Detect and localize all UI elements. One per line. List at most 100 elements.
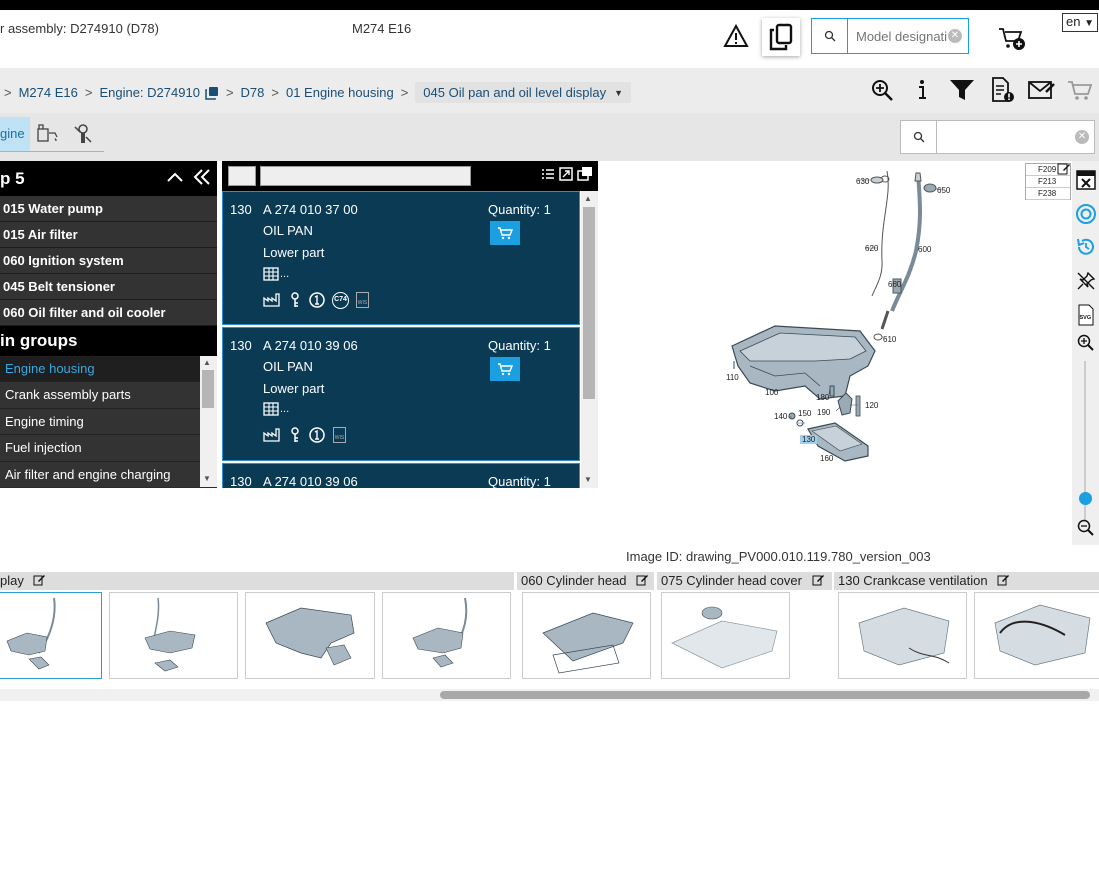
info-icon[interactable] xyxy=(908,76,936,104)
scroll-thumb[interactable] xyxy=(440,691,1090,699)
info-circle-icon[interactable] xyxy=(309,292,325,311)
expand-icon[interactable] xyxy=(559,167,573,184)
wis-document-icon[interactable]: WIS xyxy=(356,292,369,308)
clear-icon[interactable]: ✕ xyxy=(1075,130,1089,144)
label-620[interactable]: 620 xyxy=(865,244,879,253)
group-item[interactable]: Fuel injection xyxy=(0,435,200,462)
tab-engine[interactable]: gine xyxy=(0,117,30,151)
edit-icon[interactable] xyxy=(1057,162,1070,177)
model-search[interactable]: ✕ xyxy=(811,18,969,54)
key-icon[interactable] xyxy=(289,427,301,446)
breadcrumb-item-engine-code[interactable]: M274 E16 xyxy=(19,85,78,100)
recent-item[interactable]: 015 Air filter xyxy=(0,222,217,248)
zoom-in-icon[interactable] xyxy=(868,76,896,104)
footnote-item[interactable]: F213 xyxy=(1026,176,1070,188)
edit-icon[interactable] xyxy=(812,573,824,590)
label-650[interactable]: 650 xyxy=(937,186,951,195)
label-130[interactable]: 130 xyxy=(802,435,816,444)
add-to-cart-button[interactable] xyxy=(490,221,520,245)
group-item[interactable]: Engine housing xyxy=(0,356,200,383)
close-drawing-icon[interactable] xyxy=(1072,167,1099,193)
cart-icon[interactable] xyxy=(1066,76,1094,104)
filter-icon[interactable] xyxy=(948,76,976,104)
edit-icon[interactable] xyxy=(33,573,46,590)
document-alert-icon[interactable] xyxy=(988,76,1016,104)
part-row[interactable]: 130 A 274 010 39 06 Quantity: 1 OIL PAN … xyxy=(222,327,580,461)
part-row[interactable]: 130 A 274 010 37 00 Quantity: 1 OIL PAN … xyxy=(222,191,580,325)
thumbnails-scrollbar[interactable] xyxy=(0,689,1099,701)
part-search[interactable]: ✕ xyxy=(900,120,1095,154)
groups-scrollbar[interactable]: ▲ ▼ xyxy=(200,356,217,487)
exploded-drawing[interactable]: 630 650 620 600 660 610 110 100 180 190 … xyxy=(600,161,1070,541)
drawing-thumbnail[interactable] xyxy=(109,592,238,679)
model-search-input[interactable] xyxy=(856,26,956,46)
label-160[interactable]: 160 xyxy=(820,454,834,463)
collapse-panel-icon[interactable] xyxy=(192,168,212,191)
drawing-thumbnail[interactable] xyxy=(382,592,511,679)
breadcrumb-item-d78[interactable]: D78 xyxy=(241,85,265,100)
mail-icon[interactable] xyxy=(1028,76,1056,104)
list-view-icon[interactable] xyxy=(541,168,555,185)
zoom-slider-handle[interactable] xyxy=(1079,492,1092,505)
drawing-thumbnail[interactable] xyxy=(522,592,651,679)
unpin-icon[interactable] xyxy=(1072,268,1099,294)
table-icon[interactable]: ... xyxy=(263,402,289,416)
scroll-down-icon[interactable]: ▼ xyxy=(584,475,592,484)
edit-icon[interactable] xyxy=(636,573,649,590)
parts-filter-box[interactable] xyxy=(228,166,256,186)
copy-small-icon[interactable] xyxy=(205,86,219,100)
label-610[interactable]: 610 xyxy=(883,335,897,344)
add-to-cart-icon[interactable] xyxy=(996,26,1028,52)
label-120[interactable]: 120 xyxy=(865,401,879,410)
table-icon[interactable]: ... xyxy=(263,267,289,281)
svg-export-icon[interactable]: SVG xyxy=(1072,302,1099,328)
search-icon[interactable] xyxy=(812,19,848,53)
breadcrumb-current-dropdown[interactable]: 045 Oil pan and oil level display ▼ xyxy=(415,82,632,103)
label-180[interactable]: 180 xyxy=(816,393,830,402)
recent-item[interactable]: 060 Oil filter and oil cooler xyxy=(0,300,217,326)
label-140[interactable]: 140 xyxy=(774,412,788,421)
recent-item[interactable]: 015 Water pump xyxy=(0,196,217,222)
drawing-thumbnail[interactable] xyxy=(838,592,967,679)
breadcrumb-item-housing[interactable]: 01 Engine housing xyxy=(286,85,394,100)
recent-item[interactable]: 060 Ignition system xyxy=(0,248,217,274)
label-630[interactable]: 630 xyxy=(856,177,870,186)
label-100[interactable]: 100 xyxy=(765,388,779,397)
key-icon[interactable] xyxy=(289,292,301,311)
label-600[interactable]: 600 xyxy=(918,245,932,254)
c74-badge-icon[interactable]: C74 xyxy=(332,292,349,309)
drawing-thumbnail[interactable] xyxy=(661,592,790,679)
tab-tools-icon[interactable] xyxy=(66,117,100,151)
wis-document-icon[interactable]: WIS xyxy=(333,427,346,443)
footnote-item[interactable]: F238 xyxy=(1026,188,1070,200)
drawing-thumbnail[interactable] xyxy=(974,592,1099,679)
drawing-thumbnail[interactable] xyxy=(245,592,375,679)
label-660[interactable]: 660 xyxy=(888,280,902,289)
group-item[interactable]: Crank assembly parts xyxy=(0,382,200,409)
label-150[interactable]: 150 xyxy=(798,409,812,418)
drawing-thumbnail[interactable] xyxy=(0,592,102,679)
part-row[interactable]: 130 A 274 010 39 06 Quantity: 1 xyxy=(222,463,580,488)
language-select[interactable]: en ▼ xyxy=(1062,13,1098,32)
zoom-out-drawing-icon[interactable] xyxy=(1072,515,1099,541)
label-110[interactable]: 110 xyxy=(726,373,739,382)
history-icon[interactable] xyxy=(1072,234,1099,260)
breadcrumb-item-engine[interactable]: Engine: D274910 xyxy=(99,85,199,100)
search-icon[interactable] xyxy=(901,121,937,153)
parts-scrollbar[interactable]: ▲ ▼ xyxy=(581,191,598,488)
parts-filter-input[interactable] xyxy=(260,166,471,186)
group-item[interactable]: Engine timing xyxy=(0,408,200,436)
scroll-thumb[interactable] xyxy=(583,207,595,399)
group-item[interactable]: Air filter and engine charging xyxy=(0,461,200,487)
chevron-up-icon[interactable] xyxy=(166,169,184,189)
add-to-cart-button[interactable] xyxy=(490,357,520,381)
edit-icon[interactable] xyxy=(997,573,1010,590)
clear-icon[interactable]: ✕ xyxy=(948,29,962,43)
scroll-thumb[interactable] xyxy=(202,370,214,408)
copy-icon[interactable] xyxy=(762,18,800,56)
scroll-up-icon[interactable]: ▲ xyxy=(203,358,211,367)
zoom-in-drawing-icon[interactable] xyxy=(1072,330,1099,356)
scroll-up-icon[interactable]: ▲ xyxy=(584,194,592,203)
factory-icon[interactable] xyxy=(263,292,280,310)
popout-icon[interactable] xyxy=(577,166,593,185)
